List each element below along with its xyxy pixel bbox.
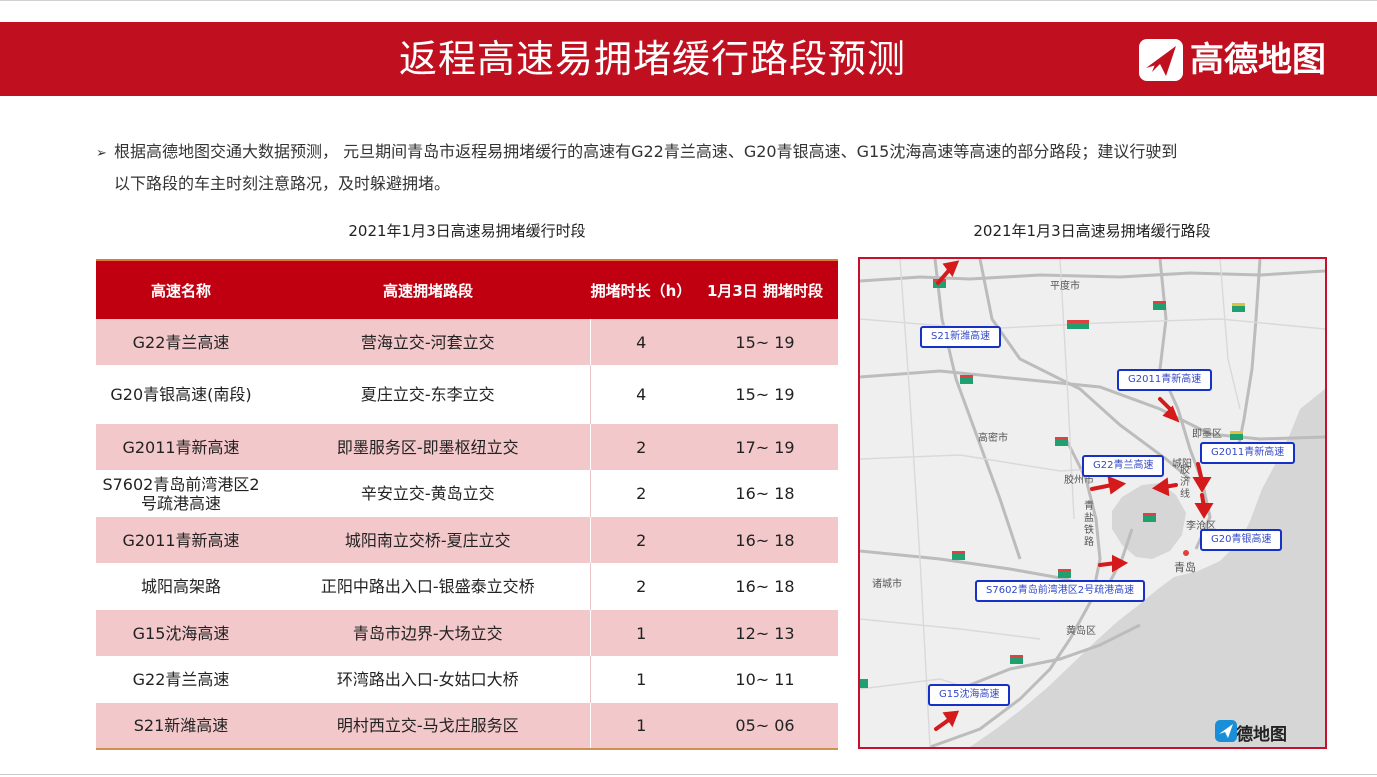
cell-section: 夏庄立交-东李立交 <box>266 365 590 424</box>
map-title: 2021年1月3日高速易拥堵缓行路段 <box>973 222 1211 240</box>
cell-section: 正阳中路出入口-银盛泰立交桥 <box>266 563 590 610</box>
cell-duration: 1 <box>589 610 692 656</box>
bottom-divider <box>0 774 1377 775</box>
place-pingdu: 平度市 <box>1050 281 1080 292</box>
cell-section: 辛安立交-黄岛立交 <box>266 470 590 517</box>
cell-period: 17~ 19 <box>692 424 838 470</box>
place-zhucheng: 诸城市 <box>872 579 902 590</box>
cell-section: 明村西立交-马戈庄服务区 <box>266 703 590 750</box>
cell-period: 10~ 11 <box>692 656 838 703</box>
congestion-map: 平度市 高密市 即墨区 胶州市 青岛 黄岛区 诸城市 李沧区 城阳 青 盐 铁 … <box>858 257 1327 749</box>
table-row: G15沈海高速 青岛市边界-大场立交 1 12~ 13 <box>96 610 838 656</box>
cell-section: 营海立交-河套立交 <box>266 319 590 365</box>
cell-section: 城阳南立交桥-夏庄立交 <box>266 517 590 563</box>
brand-name: 高德地图 <box>1190 40 1326 80</box>
map-label-g2011-east: G2011青新高速 <box>1200 442 1296 464</box>
map-label-g2011-north: G2011青新高速 <box>1117 369 1213 391</box>
table-row: G20青银高速(南段) 夏庄立交-东李立交 4 15~ 19 <box>96 365 838 424</box>
map-label-s21: S21新潍高速 <box>920 326 1002 348</box>
amap-logo-icon <box>1215 720 1237 742</box>
cell-duration: 2 <box>589 470 692 517</box>
place-jimo: 即墨区 <box>1192 429 1222 440</box>
cell-duration: 4 <box>589 319 692 365</box>
table-title: 2021年1月3日高速易拥堵缓行时段 <box>348 222 586 240</box>
place-qingyan-railway: 青 盐 铁 路 <box>1084 501 1094 548</box>
cell-duration: 1 <box>589 656 692 703</box>
city-marker-icon <box>1183 550 1189 556</box>
top-divider <box>0 0 1377 1</box>
cell-section: 环湾路出入口-女姑口大桥 <box>266 656 590 703</box>
cell-highway: S21新潍高速 <box>96 703 266 750</box>
intro-paragraph: ➢ 根据高德地图交通大数据预测， 元旦期间青岛市返程易拥堵缓行的高速有G22青兰高… <box>96 137 1276 199</box>
cell-duration: 2 <box>589 563 692 610</box>
table-row: G22青兰高速 环湾路出入口-女姑口大桥 1 10~ 11 <box>96 656 838 703</box>
map-label-g15: G15沈海高速 <box>928 684 1011 706</box>
cell-duration: 4 <box>589 365 692 424</box>
cell-highway: S7602青岛前湾港区2号疏港高速 <box>96 470 266 517</box>
cell-highway: G22青兰高速 <box>96 656 266 703</box>
congestion-table: 高速名称 高速拥堵路段 拥堵时长（h） 1月3日 拥堵时段 G22青兰高速 营海… <box>96 259 838 750</box>
place-gaomi: 高密市 <box>978 433 1008 444</box>
cell-highway: G22青兰高速 <box>96 319 266 365</box>
place-jiaoji-railway: 胶 济 线 <box>1180 465 1190 500</box>
cell-period: 16~ 18 <box>692 470 838 517</box>
place-qingdao: 青岛 <box>1174 561 1196 574</box>
table-row: S21新潍高速 明村西立交-马戈庄服务区 1 05~ 06 <box>96 703 838 750</box>
cell-highway: G15沈海高速 <box>96 610 266 656</box>
intro-line-1: ➢ 根据高德地图交通大数据预测， 元旦期间青岛市返程易拥堵缓行的高速有G22青兰高… <box>96 137 1276 169</box>
brand-logo-group: 高德地图 <box>1138 38 1326 82</box>
cell-period: 12~ 13 <box>692 610 838 656</box>
bullet-arrow-icon: ➢ <box>96 146 107 161</box>
table-row: G22青兰高速 营海立交-河套立交 4 15~ 19 <box>96 319 838 365</box>
cell-period: 15~ 19 <box>692 319 838 365</box>
map-label-s7602: S7602青岛前湾港区2号疏港高速 <box>975 580 1146 602</box>
table-row: S7602青岛前湾港区2号疏港高速 辛安立交-黄岛立交 2 16~ 18 <box>96 470 838 517</box>
cell-highway: 城阳高架路 <box>96 563 266 610</box>
place-huangdao: 黄岛区 <box>1066 626 1096 637</box>
cell-period: 15~ 19 <box>692 365 838 424</box>
table-header-row: 高速名称 高速拥堵路段 拥堵时长（h） 1月3日 拥堵时段 <box>96 259 838 319</box>
table-row: G2011青新高速 即墨服务区-即墨枢纽立交 2 17~ 19 <box>96 424 838 470</box>
map-label-g22: G22青兰高速 <box>1082 455 1165 477</box>
cell-section: 即墨服务区-即墨枢纽立交 <box>266 424 590 470</box>
page-header: 返程高速易拥堵缓行路段预测 高德地图 <box>0 22 1377 96</box>
cell-duration: 2 <box>589 517 692 563</box>
intro-text-1: 根据高德地图交通大数据预测， 元旦期间青岛市返程易拥堵缓行的高速有G22青兰高速… <box>114 142 1178 161</box>
col-header-section: 高速拥堵路段 <box>266 259 590 319</box>
cell-duration: 1 <box>589 703 692 750</box>
col-header-period: 1月3日 拥堵时段 <box>692 259 838 319</box>
cell-highway: G2011青新高速 <box>96 424 266 470</box>
cell-period: 05~ 06 <box>692 703 838 750</box>
cell-highway: G20青银高速(南段) <box>96 365 266 424</box>
page-title: 返程高速易拥堵缓行路段预测 <box>398 37 906 81</box>
map-watermark: 高德地图 <box>1215 720 1287 745</box>
map-label-g20: G20青银高速 <box>1200 529 1283 551</box>
amap-logo-icon <box>1139 39 1183 81</box>
col-header-duration: 拥堵时长（h） <box>590 259 692 319</box>
col-header-highway: 高速名称 <box>96 259 266 319</box>
cell-highway: G2011青新高速 <box>96 517 266 563</box>
intro-text-2: 以下路段的车主时刻注意路况，及时躲避拥堵。 <box>114 174 451 193</box>
cell-section: 青岛市边界-大场立交 <box>266 610 590 656</box>
table-row: G2011青新高速 城阳南立交桥-夏庄立交 2 16~ 18 <box>96 517 838 563</box>
cell-period: 16~ 18 <box>692 563 838 610</box>
cell-period: 16~ 18 <box>692 517 838 563</box>
cell-duration: 2 <box>589 424 692 470</box>
table-row: 城阳高架路 正阳中路出入口-银盛泰立交桥 2 16~ 18 <box>96 563 838 610</box>
